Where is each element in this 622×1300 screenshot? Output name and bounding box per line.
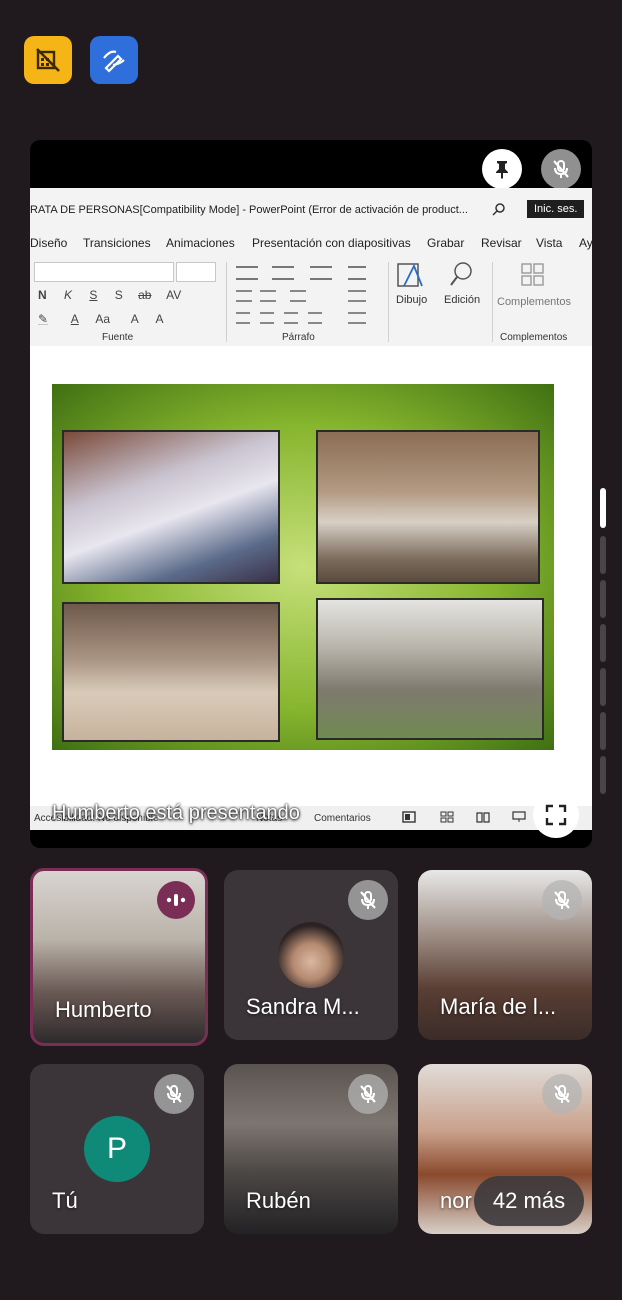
more-participants-chip[interactable]: 42 más bbox=[474, 1176, 584, 1226]
case-button: Aa bbox=[95, 312, 111, 326]
slide-photo bbox=[316, 598, 544, 740]
more-participants-count: 42 más bbox=[492, 1188, 566, 1213]
participant-name: Humberto bbox=[55, 997, 152, 1022]
participant-tile-humberto[interactable]: Humberto bbox=[30, 868, 208, 1046]
annotate-button[interactable] bbox=[90, 36, 138, 84]
shared-screen: RATA DE PERSONAS[Compatibility Mode] - P… bbox=[30, 188, 592, 830]
tab-transiciones: Transiciones bbox=[83, 236, 151, 250]
participant-name: María de l... bbox=[440, 994, 557, 1019]
comments-button: Comentarios bbox=[314, 813, 371, 824]
draw-label: Dibujo bbox=[396, 294, 428, 306]
slide-photo bbox=[316, 430, 540, 584]
scroll-thumb[interactable] bbox=[600, 488, 606, 528]
tab-presentacion: Presentación con diapositivas bbox=[252, 236, 411, 250]
avatar: P bbox=[84, 1116, 150, 1182]
avatar-initial: P bbox=[106, 1132, 127, 1165]
presenter-caption: Humberto está presentando bbox=[52, 802, 300, 824]
scroll-track-segment bbox=[600, 536, 606, 574]
addins-group-label: Complementos bbox=[500, 332, 568, 343]
font-size-box bbox=[176, 262, 216, 282]
mic-off-icon bbox=[554, 1085, 570, 1103]
spacing-button: AV bbox=[166, 288, 182, 302]
shrink-font-button: A bbox=[155, 312, 164, 326]
fullscreen-icon bbox=[545, 804, 567, 826]
no-video-icon bbox=[36, 48, 60, 72]
camera-off-button[interactable] bbox=[24, 36, 72, 84]
italic-button: K bbox=[64, 288, 73, 302]
mic-off-indicator bbox=[542, 880, 582, 920]
tab-vista: Vista bbox=[536, 236, 563, 250]
participant-tile-ruben[interactable]: Rubén bbox=[224, 1064, 398, 1234]
participant-tile-maria[interactable]: María de l... bbox=[418, 870, 592, 1040]
mic-off-indicator bbox=[542, 1074, 582, 1114]
ribbon: N K S S ab AV ✎ A Aa A A Fuente Párrafo … bbox=[30, 256, 592, 347]
scroll-track-segment bbox=[600, 624, 606, 662]
pin-icon bbox=[496, 161, 508, 179]
participant-tile-self[interactable]: P Tú bbox=[30, 1064, 204, 1234]
mic-off-icon bbox=[554, 891, 570, 909]
font-buttons-row2: ✎ A Aa A A bbox=[38, 312, 163, 326]
pin-button[interactable] bbox=[482, 149, 522, 189]
strike-button: ab bbox=[138, 288, 152, 302]
reading-view-icon bbox=[476, 812, 490, 823]
slideshow-view-icon bbox=[512, 811, 526, 822]
mic-off-icon bbox=[166, 1085, 182, 1103]
window-title: RATA DE PERSONAS[Compatibility Mode] - P… bbox=[30, 204, 468, 216]
tab-animaciones: Animaciones bbox=[166, 236, 235, 250]
fullscreen-button[interactable] bbox=[533, 792, 579, 838]
slide-photo bbox=[62, 430, 280, 584]
tab-ayuda: Ay bbox=[579, 236, 592, 250]
avatar bbox=[278, 922, 344, 988]
bold-button: N bbox=[38, 288, 47, 302]
font-name-box bbox=[34, 262, 174, 282]
addins-icon bbox=[521, 263, 544, 286]
mic-off-indicator bbox=[348, 1074, 388, 1114]
edit-icon bbox=[450, 262, 472, 286]
mic-off-icon bbox=[360, 891, 376, 909]
pen-annotate-icon bbox=[103, 50, 125, 73]
scroll-track-segment bbox=[600, 580, 606, 618]
tab-diseno: Diseño bbox=[30, 236, 68, 250]
slide-photo bbox=[62, 602, 280, 742]
underline-button: S bbox=[89, 288, 98, 302]
presentation-tile[interactable]: RATA DE PERSONAS[Compatibility Mode] - P… bbox=[30, 140, 592, 848]
participant-tile-nor[interactable]: nor 42 más bbox=[418, 1064, 592, 1234]
paragraph-icons bbox=[236, 262, 376, 326]
mic-off-icon bbox=[553, 160, 569, 178]
paragraph-group-label: Párrafo bbox=[282, 332, 315, 343]
audio-wave-icon bbox=[166, 894, 186, 906]
grow-font-button: A bbox=[130, 312, 139, 326]
scroll-track-segment bbox=[600, 668, 606, 706]
ribbon-tabs: Diseño Transiciones Animaciones Presenta… bbox=[30, 228, 592, 256]
presentation-mic-off-indicator bbox=[541, 149, 581, 189]
shadow-button: S bbox=[114, 288, 123, 302]
signin-button: Inic. ses. bbox=[527, 200, 585, 218]
speaking-indicator bbox=[157, 881, 195, 919]
draw-icon bbox=[397, 263, 423, 287]
scroll-track-segment bbox=[600, 756, 606, 794]
participant-name: Rubén bbox=[246, 1188, 311, 1213]
slide-area bbox=[30, 346, 592, 806]
mic-off-indicator bbox=[348, 880, 388, 920]
tab-grabar: Grabar bbox=[427, 236, 465, 250]
scroll-track-segment bbox=[600, 712, 606, 750]
addins-label: Complementos bbox=[497, 296, 571, 308]
participant-tile-sandra[interactable]: Sandra M... bbox=[224, 870, 398, 1040]
tab-revisar: Revisar bbox=[481, 236, 522, 250]
window-titlebar: RATA DE PERSONAS[Compatibility Mode] - P… bbox=[30, 188, 592, 228]
participant-name: Tú bbox=[52, 1188, 78, 1213]
participant-name: Sandra M... bbox=[246, 994, 360, 1019]
normal-view-icon bbox=[402, 811, 416, 823]
highlight-button: ✎ bbox=[38, 312, 49, 326]
edit-label: Edición bbox=[444, 294, 481, 306]
sorter-view-icon bbox=[440, 811, 454, 823]
mic-off-indicator bbox=[154, 1074, 194, 1114]
font-color-button: A bbox=[70, 312, 79, 326]
mic-off-icon bbox=[360, 1085, 376, 1103]
slide bbox=[52, 384, 554, 750]
search-icon bbox=[492, 203, 505, 216]
participant-name: nor bbox=[440, 1188, 472, 1213]
font-buttons-row: N K S S ab AV bbox=[38, 288, 181, 302]
font-group-label: Fuente bbox=[102, 332, 134, 343]
